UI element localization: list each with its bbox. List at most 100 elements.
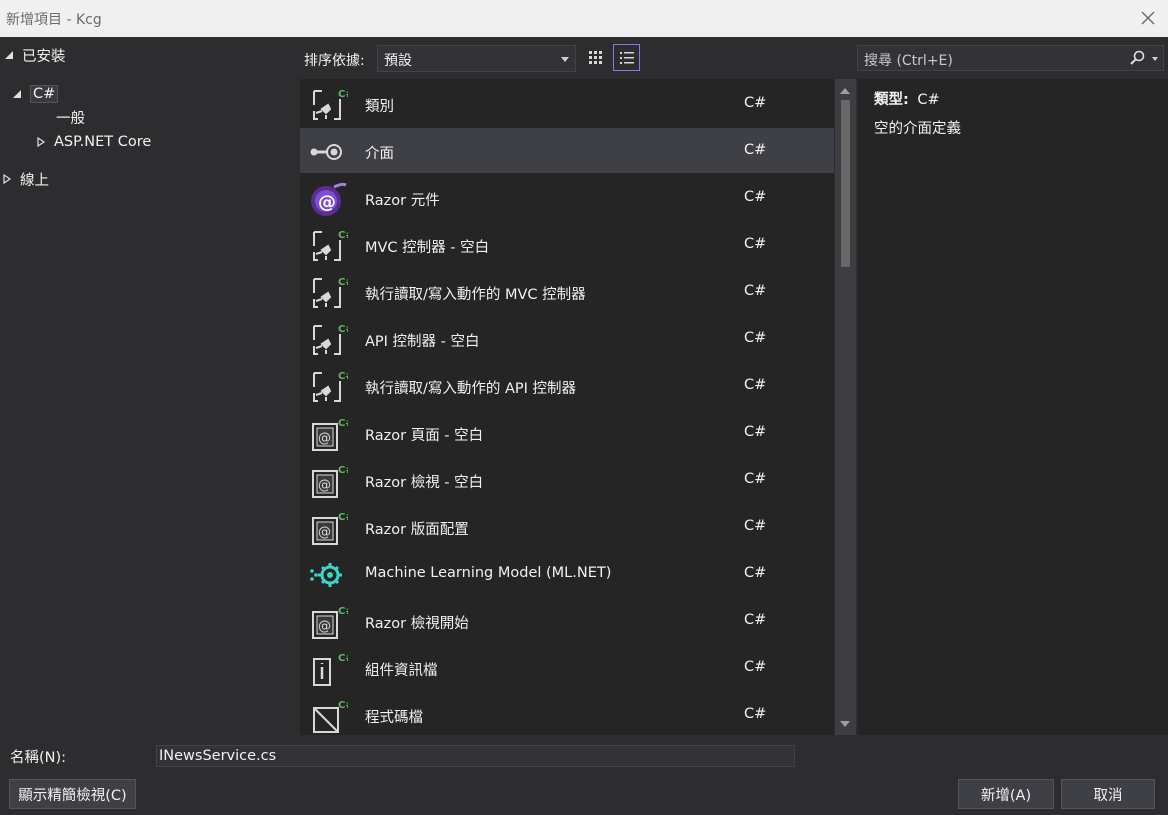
razor-page-icon: @ C#	[308, 463, 354, 499]
razor-page-icon: @ C#	[308, 604, 354, 640]
razor-page-icon: @ C#	[308, 510, 354, 546]
svg-text:C#: C#	[338, 324, 348, 335]
svg-text:C#: C#	[338, 700, 348, 711]
template-item[interactable]: @ Razor 元件 C#	[300, 175, 834, 220]
template-item[interactable]: C# MVC 控制器 - 空白 C#	[300, 222, 834, 267]
window-title: 新增項目 - Kcg	[6, 12, 102, 28]
template-name: 介面	[365, 146, 394, 162]
sort-label: 排序依據:	[304, 53, 365, 69]
cancel-button[interactable]: 取消	[1061, 779, 1155, 809]
template-name: 類別	[365, 99, 394, 115]
template-language: C#	[744, 283, 767, 299]
template-item[interactable]: C# 執行讀取/寫入動作的 MVC 控制器 C#	[300, 269, 834, 314]
template-item[interactable]: 介面 C#	[300, 128, 834, 173]
tree-node-csharp[interactable]: C#	[12, 83, 59, 105]
template-item[interactable]: C# API 控制器 - 空白 C#	[300, 316, 834, 361]
svg-text:@: @	[318, 525, 331, 540]
template-list: C# 類別 C# 介面 C# @ Razor 元件 C# C# MVC 控制器 - 空白 C# C# 執…	[300, 79, 834, 735]
tree-node-general[interactable]: 一般	[56, 106, 85, 128]
template-name: API 控制器 - 空白	[365, 334, 480, 350]
template-item[interactable]: C# 組件資訊檔 C#	[300, 645, 834, 690]
template-name: 執行讀取/寫入動作的 API 控制器	[365, 381, 577, 397]
template-name: 程式碼檔	[365, 710, 423, 726]
template-item[interactable]: @ C# Razor 檢視 - 空白 C#	[300, 457, 834, 502]
scroll-up-icon[interactable]	[840, 88, 850, 94]
tree-node-online[interactable]: 線上	[2, 168, 49, 190]
template-language: C#	[744, 142, 767, 158]
template-language: C#	[744, 565, 767, 581]
razor-page-icon: @ C#	[308, 416, 354, 452]
template-language: C#	[744, 424, 767, 440]
svg-text:C#: C#	[338, 89, 348, 100]
template-item[interactable]: C# 執行讀取/寫入動作的 API 控制器 C#	[300, 363, 834, 408]
template-name: MVC 控制器 - 空白	[365, 240, 490, 256]
grid-view-button[interactable]	[582, 44, 609, 71]
template-name: Razor 檢視 - 空白	[365, 475, 484, 491]
list-view-button[interactable]	[613, 44, 640, 71]
expanded-triangle-icon	[13, 90, 21, 98]
template-name: 執行讀取/寫入動作的 MVC 控制器	[365, 287, 586, 303]
template-item[interactable]: Machine Learning Model (ML.NET) C#	[300, 551, 834, 596]
tree-label-installed: 已安裝	[22, 48, 66, 65]
template-item[interactable]: @ C# Razor 版面配置 C#	[300, 504, 834, 549]
svg-text:C#: C#	[338, 371, 348, 382]
controller-template-icon: C#	[308, 275, 354, 311]
template-name: Razor 元件	[365, 193, 440, 209]
category-tree: 已安裝 C# 一般 ASP.NET Core 線上	[0, 37, 298, 737]
svg-text:@: @	[318, 619, 331, 634]
template-language: C#	[744, 612, 767, 628]
grid-view-icon	[588, 50, 602, 64]
template-item[interactable]: C# 類別 C#	[300, 81, 834, 126]
svg-text:@: @	[318, 192, 336, 213]
tree-label-csharp: C#	[30, 85, 59, 103]
template-name: Razor 頁面 - 空白	[365, 428, 484, 444]
search-icon[interactable]	[1129, 50, 1145, 66]
scroll-down-icon[interactable]	[840, 721, 850, 727]
svg-text:C#: C#	[338, 418, 348, 429]
class-template-icon: C#	[308, 87, 354, 123]
code-file-icon: C#	[308, 698, 354, 734]
name-label: 名稱(N):	[10, 750, 67, 766]
template-language: C#	[744, 189, 767, 205]
template-item[interactable]: C# 程式碼檔 C#	[300, 692, 834, 735]
title-bar: 新增項目 - Kcg	[0, 0, 1168, 37]
type-row: 類型: C#	[874, 88, 940, 109]
svg-text:@: @	[318, 431, 331, 446]
svg-text:C#: C#	[338, 465, 348, 476]
type-label: 類型:	[874, 92, 909, 108]
template-language: C#	[744, 518, 767, 534]
template-language: C#	[744, 471, 767, 487]
list-scrollbar[interactable]	[835, 79, 856, 735]
svg-text:C#: C#	[338, 230, 348, 241]
file-name-input[interactable]	[156, 745, 795, 767]
template-name: 組件資訊檔	[365, 663, 438, 679]
template-item[interactable]: @ C# Razor 檢視開始 C#	[300, 598, 834, 643]
add-button[interactable]: 新增(A)	[958, 779, 1054, 809]
collapsed-triangle-icon	[37, 137, 46, 147]
template-language: C#	[744, 659, 767, 675]
ml-model-icon	[308, 557, 348, 593]
assembly-info-icon: C#	[308, 651, 354, 687]
sort-dropdown[interactable]: 預設	[377, 45, 576, 72]
tree-node-aspnet[interactable]: ASP.NET Core	[36, 131, 151, 153]
tree-node-installed[interactable]: 已安裝	[4, 44, 66, 66]
list-view-icon	[619, 51, 634, 64]
template-language: C#	[744, 377, 767, 393]
svg-text:C#: C#	[338, 653, 348, 664]
template-description: 空的介面定義	[874, 121, 961, 137]
razor-component-icon: @	[308, 181, 348, 217]
scroll-thumb[interactable]	[841, 100, 850, 267]
interface-icon	[308, 134, 348, 170]
controller-template-icon: C#	[308, 228, 354, 264]
svg-text:C#: C#	[338, 277, 348, 288]
tree-label-general: 一般	[56, 110, 85, 127]
template-item[interactable]: @ C# Razor 頁面 - 空白 C#	[300, 410, 834, 455]
svg-text:C#: C#	[338, 512, 348, 523]
chevron-down-icon	[561, 57, 569, 62]
compact-view-button[interactable]: 顯示精簡檢視(C)	[9, 779, 136, 809]
template-language: C#	[744, 95, 767, 111]
search-input[interactable]: 搜尋 (Ctrl+E)	[857, 45, 1164, 71]
controller-template-icon: C#	[308, 322, 354, 358]
close-icon[interactable]	[1138, 8, 1158, 28]
search-options-chevron-icon[interactable]	[1152, 57, 1158, 61]
